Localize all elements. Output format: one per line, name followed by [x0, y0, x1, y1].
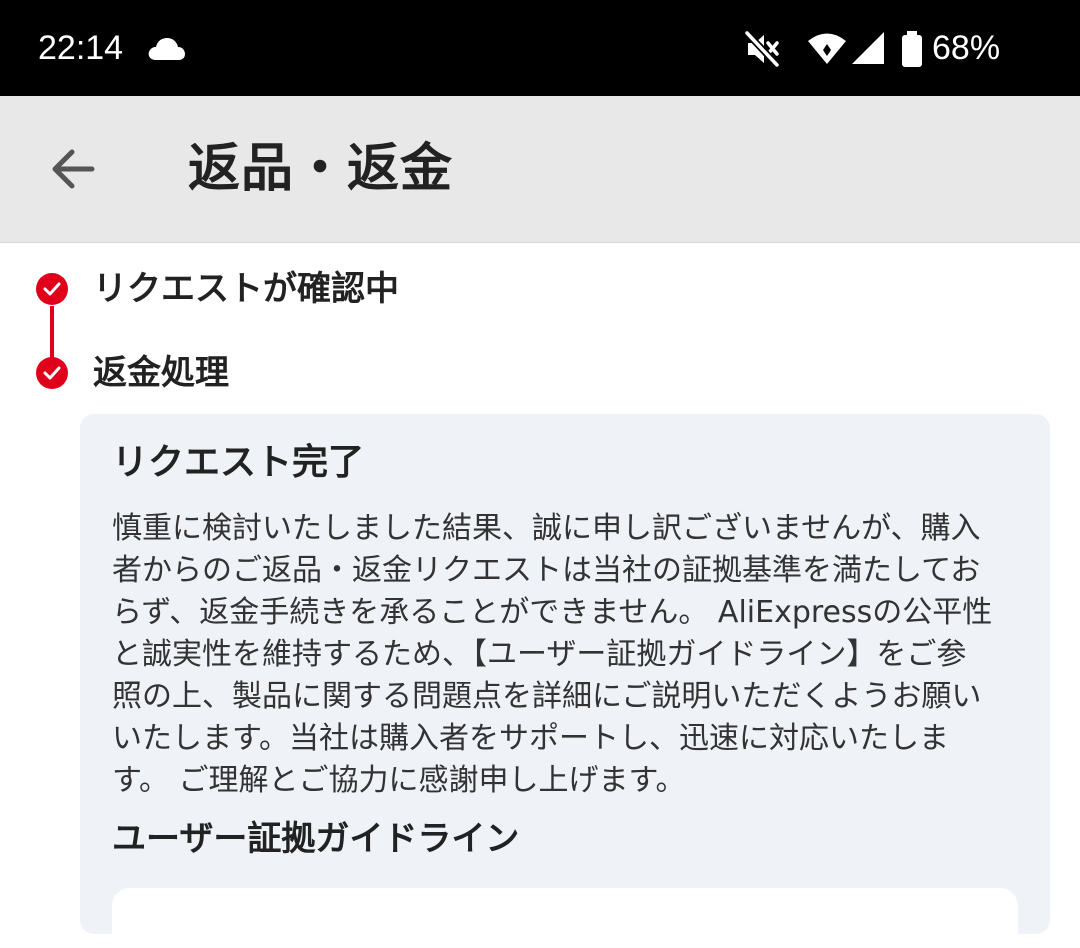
- battery-icon: [902, 31, 922, 67]
- wifi-icon: [808, 33, 846, 64]
- mute-icon: [744, 30, 780, 68]
- status-bar: 22:14 68%: [0, 0, 1080, 96]
- guideline-heading: ユーザー証拠ガイドライン: [112, 819, 520, 859]
- request-result-card: リクエスト完了 慎重に検討いたしました結果、誠に申し訳ございませんが、購入者から…: [80, 414, 1050, 948]
- guideline-panel[interactable]: [112, 888, 1018, 948]
- step-label: リクエストが確認中: [93, 269, 399, 309]
- page-title: 返品・返金: [188, 139, 454, 199]
- card-title: リクエスト完了: [112, 442, 365, 483]
- step-connector-line: [50, 306, 54, 358]
- cloud-icon: [148, 38, 185, 60]
- check-circle-icon: [36, 357, 68, 389]
- app-bar: 返品・返金: [0, 96, 1080, 243]
- arrow-left-icon[interactable]: [40, 136, 106, 202]
- card-body-text: 慎重に検討いたしました結果、誠に申し訳ございませんが、購入者からのご返品・返金リ…: [112, 511, 993, 798]
- step-label: 返金処理: [93, 353, 229, 393]
- check-circle-icon: [36, 273, 68, 305]
- signal-icon: [852, 32, 884, 64]
- battery-percentage: 68%: [932, 29, 1001, 67]
- status-time: 22:14: [38, 29, 124, 67]
